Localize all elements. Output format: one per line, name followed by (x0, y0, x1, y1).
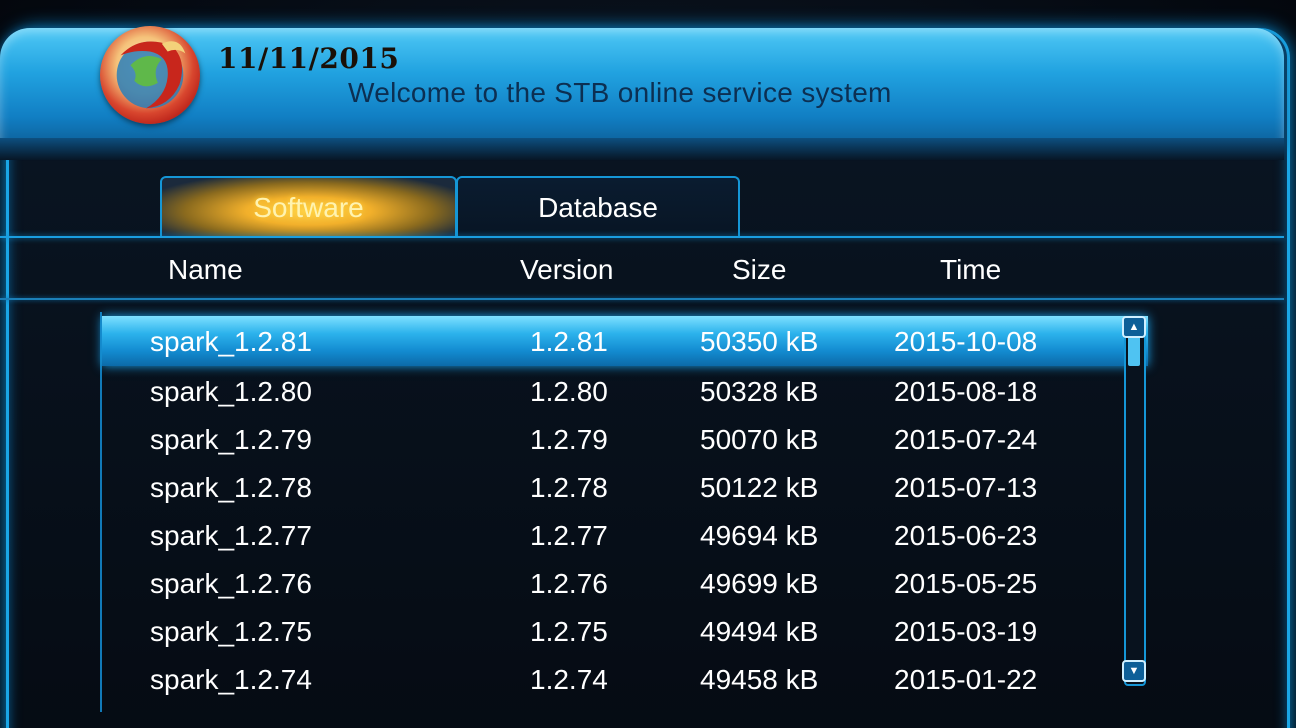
item-name: spark_1.2.76 (150, 568, 312, 599)
list-item[interactable]: spark_1.2.79 1.2.79 50070 kB 2015-07-24 (102, 414, 1148, 464)
chevron-up-icon[interactable]: ▲ (1122, 316, 1146, 338)
item-version: 1.2.78 (530, 472, 608, 503)
header-shadow (0, 138, 1284, 160)
item-name: spark_1.2.77 (150, 520, 312, 551)
tab-divider (0, 236, 1284, 238)
list-item[interactable]: spark_1.2.76 1.2.76 49699 kB 2015-05-25 (102, 558, 1148, 608)
item-time: 2015-01-22 (894, 664, 1038, 695)
item-size: 50070 kB (700, 424, 819, 455)
list-item-selected[interactable]: spark_1.2.81 1.2.81 50350 kB 2015-10-08 (102, 316, 1148, 366)
list-item[interactable]: spark_1.2.78 1.2.78 50122 kB 2015-07-13 (102, 462, 1148, 512)
item-size: 50350 kB (700, 326, 819, 357)
item-time: 2015-03-19 (894, 616, 1038, 647)
tab-software[interactable]: Software (160, 176, 457, 238)
item-version: 1.2.77 (530, 520, 608, 551)
item-size: 49699 kB (700, 568, 819, 599)
item-version: 1.2.74 (530, 664, 608, 695)
welcome-title: Welcome to the STB online service system (348, 77, 892, 108)
item-time: 2015-08-18 (894, 376, 1038, 407)
header-divider (0, 298, 1284, 300)
item-name: spark_1.2.75 (150, 616, 312, 647)
item-time: 2015-07-13 (894, 472, 1038, 503)
item-version: 1.2.75 (530, 616, 608, 647)
tab-database[interactable]: Database (456, 176, 740, 238)
item-time: 2015-07-24 (894, 424, 1038, 455)
scrollbar-thumb[interactable] (1128, 334, 1140, 366)
stb-screen: 11/11/2015 Welcome to the STB online ser… (0, 0, 1296, 728)
list-item[interactable]: spark_1.2.75 1.2.75 49494 kB 2015-03-19 (102, 606, 1148, 656)
item-size: 49494 kB (700, 616, 819, 647)
tab-database-label: Database (538, 192, 658, 223)
item-size: 50122 kB (700, 472, 819, 503)
item-version: 1.2.76 (530, 568, 608, 599)
item-size: 50328 kB (700, 376, 819, 407)
column-header-size: Size (732, 254, 787, 285)
list-item[interactable]: spark_1.2.77 1.2.77 49694 kB 2015-06-23 (102, 510, 1148, 560)
tab-software-label: Software (253, 192, 364, 223)
chevron-down-icon[interactable]: ▼ (1122, 660, 1146, 682)
item-name: spark_1.2.79 (150, 424, 312, 455)
list-item[interactable]: spark_1.2.80 1.2.80 50328 kB 2015-08-18 (102, 366, 1148, 416)
item-version: 1.2.79 (530, 424, 608, 455)
column-header-time: Time (940, 254, 1002, 285)
item-version: 1.2.80 (530, 376, 608, 407)
date-display: 11/11/2015 (218, 42, 400, 75)
brand-logo-icon (100, 26, 200, 124)
item-time: 2015-06-23 (894, 520, 1038, 551)
item-time: 2015-05-25 (894, 568, 1038, 599)
item-name: spark_1.2.78 (150, 472, 312, 503)
item-time: 2015-10-08 (894, 326, 1038, 357)
item-name: spark_1.2.81 (150, 326, 312, 357)
item-version: 1.2.81 (530, 326, 608, 357)
item-name: spark_1.2.80 (150, 376, 312, 407)
list-item[interactable]: spark_1.2.74 1.2.74 49458 kB 2015-01-22 (102, 654, 1148, 704)
software-list: spark_1.2.81 1.2.81 50350 kB 2015-10-08 … (100, 312, 1150, 712)
item-name: spark_1.2.74 (150, 664, 312, 695)
list-scrollbar[interactable] (1124, 316, 1146, 686)
column-header-name: Name (168, 254, 243, 285)
column-header-version: Version (520, 254, 614, 285)
item-size: 49694 kB (700, 520, 819, 551)
item-size: 49458 kB (700, 664, 819, 695)
